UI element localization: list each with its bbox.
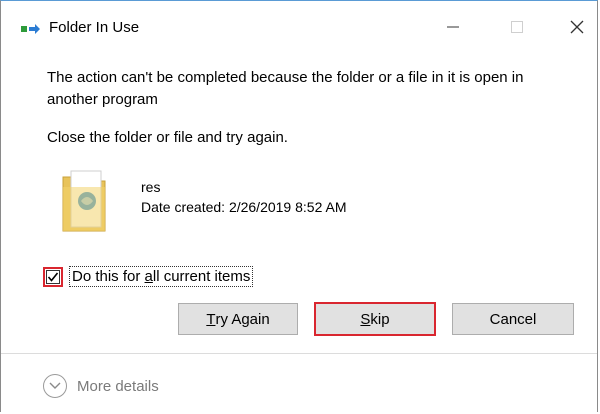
minimize-button[interactable]	[433, 13, 473, 41]
error-message: The action can't be completed because th…	[47, 69, 524, 108]
folder-icon	[61, 163, 109, 235]
close-icon	[570, 20, 584, 34]
skip-button[interactable]: Skip	[314, 302, 436, 336]
minimize-icon	[447, 26, 459, 28]
file-date-created: Date created: 2/26/2019 8:52 AM	[141, 199, 347, 215]
maximize-button	[497, 13, 537, 41]
checkbox[interactable]	[46, 269, 60, 284]
file-name: res	[141, 179, 161, 195]
apply-to-all-checkbox[interactable]: Do this for all current items	[43, 266, 254, 287]
chevron-down-icon	[43, 374, 67, 398]
window-title: Folder In Use	[49, 19, 140, 36]
close-button[interactable]	[557, 13, 597, 41]
cancel-button[interactable]: Cancel	[452, 303, 574, 335]
try-again-button[interactable]: Try Again	[178, 303, 298, 335]
dialog-footer: More details	[1, 353, 597, 414]
title-bar[interactable]: Folder In Use	[1, 1, 597, 47]
instruction-message: Close the folder or file and try again.	[47, 129, 288, 146]
file-move-icon	[21, 23, 41, 37]
dialog-window: Folder In Use The action can't be comple…	[0, 0, 598, 414]
more-details-label: More details	[77, 377, 159, 395]
checkbox-label[interactable]: Do this for all current items	[69, 266, 254, 287]
maximize-icon	[511, 21, 523, 33]
more-details-toggle[interactable]: More details	[43, 374, 159, 398]
checkbox-highlight	[43, 266, 63, 287]
checkmark-icon	[47, 272, 59, 282]
